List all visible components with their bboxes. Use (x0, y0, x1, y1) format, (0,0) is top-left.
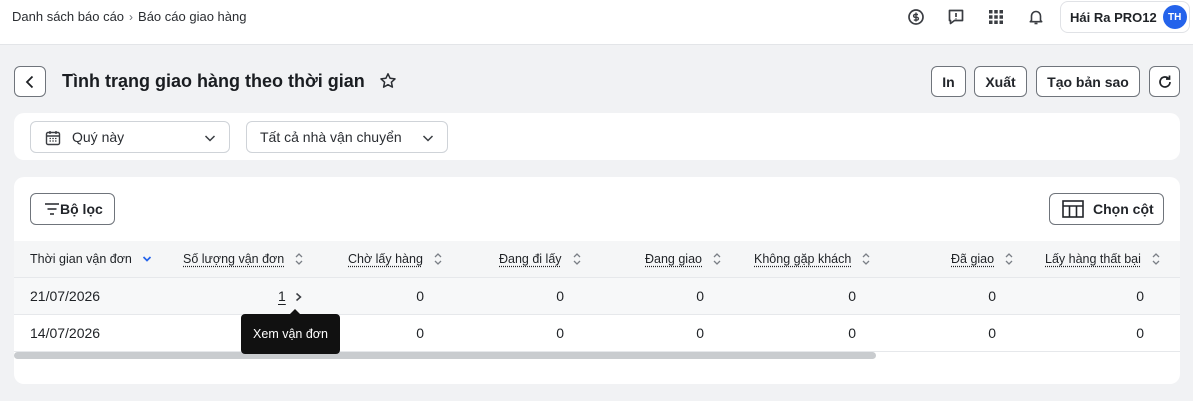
column-header[interactable]: Đang giao (645, 252, 722, 266)
value-cell: 0 (556, 288, 564, 304)
column-header[interactable]: Thời gian vận đơn (30, 252, 152, 266)
waybill-count-link[interactable]: 1 (278, 288, 286, 304)
bell-icon[interactable] (1025, 6, 1047, 28)
carrier-select-value: Tất cả nhà vận chuyển (260, 129, 402, 145)
sort-icon (434, 253, 442, 265)
value-cell: 0 (848, 288, 856, 304)
sort-icon (862, 253, 870, 265)
column-header[interactable]: Đang đi lấy (499, 252, 582, 266)
tooltip-text: Xem vận đơn (253, 327, 328, 341)
avatar: TH (1162, 5, 1187, 29)
column-header[interactable]: Số lượng vận đơn (183, 252, 304, 266)
value-cell: 0 (556, 325, 564, 341)
chevron-right-icon[interactable] (294, 292, 303, 302)
date-cell: 14/07/2026 (30, 325, 101, 341)
sort-desc-icon (142, 256, 151, 262)
user-menu[interactable]: Hái Ra PRO12 TH (1060, 1, 1190, 33)
period-select[interactable]: Quý này (30, 121, 230, 153)
tooltip-arrow (290, 309, 300, 314)
feedback-icon[interactable] (945, 6, 967, 28)
value-cell: 0 (416, 288, 424, 304)
filter-bar: Quý này Tất cả nhà vận chuyển (14, 113, 1180, 160)
horizontal-scrollbar[interactable] (14, 352, 876, 359)
breadcrumb-separator-icon: › (129, 9, 134, 24)
value-cell: 0 (696, 325, 704, 341)
value-cell: 0 (416, 325, 424, 341)
tooltip: Xem vận đơn (241, 309, 340, 354)
choose-columns-button[interactable]: Chọn cột (1049, 193, 1164, 225)
value-cell: 0 (988, 325, 996, 341)
breadcrumb: Danh sách báo cáo › Báo cáo giao hàng (12, 9, 246, 24)
top-bar: Danh sách báo cáo › Báo cáo giao hàng Há… (0, 0, 1193, 45)
back-button[interactable] (14, 66, 46, 97)
filter-button[interactable]: Bộ lọc (30, 193, 115, 225)
column-header[interactable]: Lấy hàng thất bại (1045, 252, 1161, 266)
column-header[interactable]: Đã giao (951, 252, 1014, 266)
apps-grid-icon[interactable] (985, 6, 1007, 28)
print-button[interactable]: In (931, 66, 966, 97)
report-table-card: Bộ lọc Chọn cột Thời gian vận đơn Số lượ… (14, 177, 1180, 384)
sort-icon (295, 253, 303, 265)
table-row[interactable]: 21/07/2026 1 0 0 0 0 0 0 (14, 278, 1180, 315)
star-icon[interactable] (379, 72, 397, 95)
table-row[interactable]: 14/07/2026 0 0 0 0 0 0 (14, 315, 1180, 352)
chevron-down-icon (204, 135, 216, 142)
table-header: Thời gian vận đơn Số lượng vận đơn Chờ l… (14, 241, 1180, 278)
choose-columns-label: Chọn cột (1093, 201, 1154, 217)
clock-currency-icon[interactable] (905, 6, 927, 28)
value-cell: 0 (1136, 325, 1144, 341)
value-cell: 0 (988, 288, 996, 304)
calendar-icon (45, 131, 61, 146)
column-header[interactable]: Chờ lấy hàng (348, 252, 443, 266)
column-header[interactable]: Không gặp khách (754, 252, 871, 266)
date-cell: 21/07/2026 (30, 288, 101, 304)
period-select-value: Quý này (72, 129, 125, 145)
export-button[interactable]: Xuất (974, 66, 1027, 97)
breadcrumb-current: Báo cáo giao hàng (138, 9, 247, 24)
duplicate-button[interactable]: Tạo bản sao (1036, 66, 1140, 97)
carrier-select[interactable]: Tất cả nhà vận chuyển (246, 121, 448, 153)
sort-icon (573, 253, 581, 265)
value-cell: 0 (696, 288, 704, 304)
refresh-button[interactable] (1149, 66, 1180, 97)
page-title: Tình trạng giao hàng theo thời gian (62, 71, 365, 91)
breadcrumb-parent-link[interactable]: Danh sách báo cáo (12, 9, 124, 24)
value-cell: 0 (1136, 288, 1144, 304)
user-name: Hái Ra PRO12 (1070, 9, 1157, 25)
value-cell: 0 (848, 325, 856, 341)
filter-icon (45, 203, 59, 215)
sort-icon (1152, 253, 1160, 265)
chevron-down-icon (422, 135, 434, 142)
chevron-left-icon (25, 75, 34, 88)
sort-icon (1005, 253, 1013, 265)
sort-icon (713, 253, 721, 265)
refresh-icon (1158, 75, 1171, 88)
table-columns-icon (1062, 200, 1084, 218)
filter-button-label: Bộ lọc (60, 201, 103, 217)
